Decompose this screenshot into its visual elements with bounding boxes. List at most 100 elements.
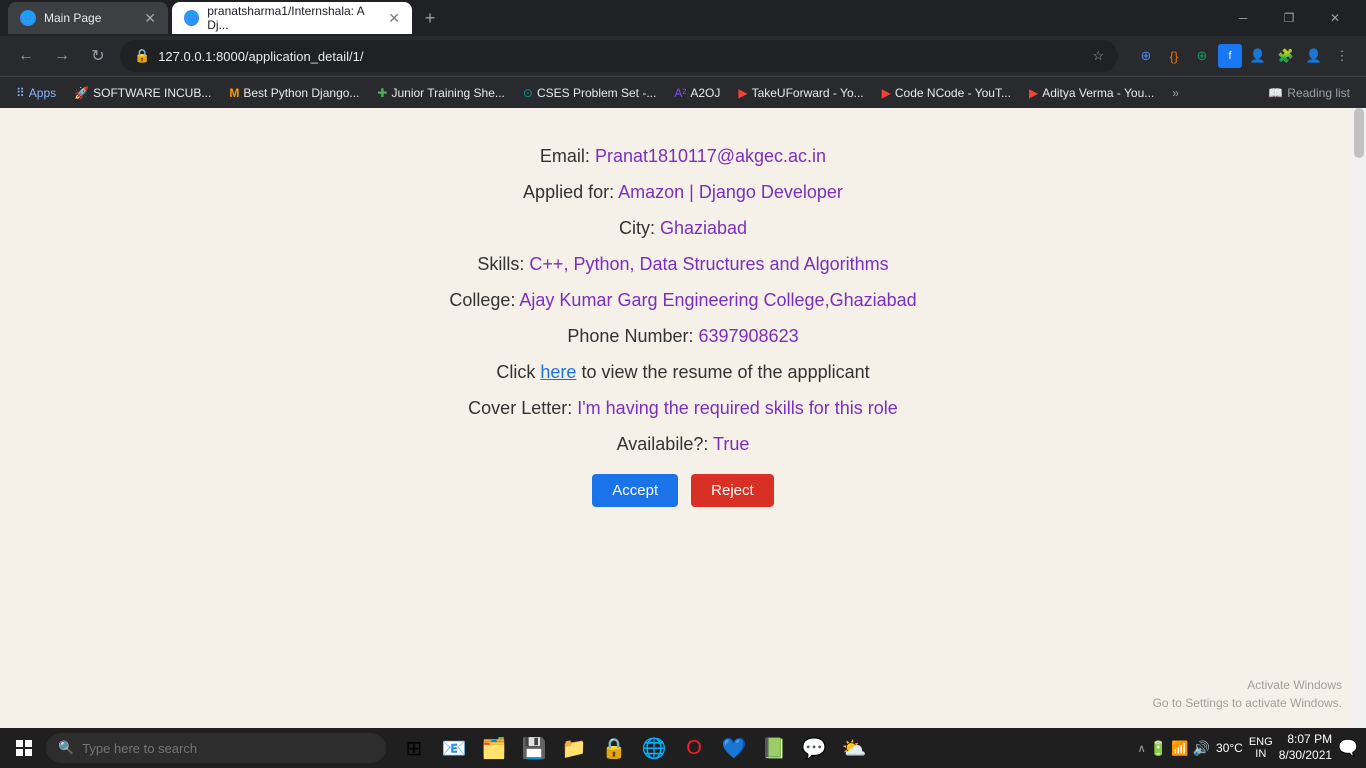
page-content: Email: Pranat1810117@akgec.ac.in Applied… <box>233 138 1133 511</box>
activate-line2: Go to Settings to activate Windows. <box>1153 694 1342 712</box>
scrollbar-thumb[interactable] <box>1354 108 1364 158</box>
email-label: Email: <box>540 146 590 166</box>
phone-line: Phone Number: 6397908623 <box>233 318 1133 354</box>
taskbar-file-explorer[interactable]: 🗂️ <box>476 730 512 766</box>
reading-list-button[interactable]: 📖 Reading list <box>1260 83 1358 103</box>
bookmark-apps[interactable]: ⠿ Apps <box>8 83 64 103</box>
email-line: Email: Pranat1810117@akgec.ac.in <box>233 138 1133 174</box>
college-value: Ajay Kumar Garg Engineering College,Ghaz… <box>519 290 916 310</box>
window-controls: ─ ❐ ✕ <box>1220 0 1358 36</box>
bookmark-software-incub[interactable]: 🚀 SOFTWARE INCUB... <box>66 83 219 103</box>
reading-list-icon: 📖 <box>1268 86 1283 100</box>
taskbar-search[interactable]: 🔍 <box>46 733 386 763</box>
taskbar-mail[interactable]: 📧 <box>436 730 472 766</box>
start-button[interactable] <box>8 732 40 764</box>
available-line: Availabile?: True <box>233 426 1133 462</box>
taskbar-store[interactable]: 💾 <box>516 730 552 766</box>
ext-icon-2[interactable]: {} <box>1162 44 1186 68</box>
url-bar[interactable]: 🔒 127.0.0.1:8000/application_detail/1/ ☆ <box>120 40 1118 72</box>
bookmark-icon-8: ▶ <box>882 86 891 100</box>
back-button[interactable]: ← <box>12 42 40 70</box>
taskbar-opera[interactable]: O <box>676 730 712 766</box>
accept-button[interactable]: Accept <box>592 474 678 507</box>
reject-button[interactable]: Reject <box>691 474 774 507</box>
tab-label-2: pranatsharma1/Internshala: A Dj... <box>207 4 380 32</box>
reload-button[interactable]: ↻ <box>84 42 112 70</box>
bookmark-a2oj[interactable]: A² A2OJ <box>666 83 728 103</box>
close-button[interactable]: ✕ <box>1312 0 1358 36</box>
tab-main-page[interactable]: 🌐 Main Page ✕ <box>8 2 168 34</box>
bookmark-star-icon[interactable]: ☆ <box>1092 48 1104 64</box>
bookmark-label-5: CSES Problem Set -... <box>537 86 656 100</box>
taskbar-right: ∧ 🔋 📶 🔊 30°C ENG IN 8:07 PM 8/30/2021 🗨️ <box>1138 732 1358 763</box>
bookmark-cses[interactable]: ⊙ CSES Problem Set -... <box>515 83 664 103</box>
ext-icon-7[interactable]: 👤 <box>1302 44 1326 68</box>
clock-display[interactable]: 8:07 PM 8/30/2021 <box>1279 732 1332 763</box>
scrollbar-track[interactable] <box>1352 108 1366 728</box>
taskbar: 🔍 ⊞ 📧 🗂️ 💾 📁 🔒 🌐 O 💙 📗 💬 ⛅ ∧ 🔋 📶 🔊 30°C … <box>0 728 1366 768</box>
resume-line: Click here to view the resume of the app… <box>233 354 1133 390</box>
tray-battery-icon[interactable]: 🔋 <box>1150 740 1167 757</box>
available-label: Availabile?: <box>617 434 709 454</box>
taskbar-task-view[interactable]: ⊞ <box>396 730 432 766</box>
phone-label: Phone Number: <box>567 326 693 346</box>
ext-icon-1[interactable]: ⊕ <box>1134 44 1158 68</box>
folder-icon: 📁 <box>562 736 587 761</box>
cover-label: Cover Letter: <box>468 398 572 418</box>
applied-label: Applied for: <box>523 182 614 202</box>
ext-icon-4[interactable]: f <box>1218 44 1242 68</box>
chrome-menu-button[interactable]: ⋮ <box>1330 44 1354 68</box>
mail-icon: 📧 <box>442 736 467 761</box>
applied-for-line: Applied for: Amazon | Django Developer <box>233 174 1133 210</box>
bookmark-codencode[interactable]: ▶ Code NCode - YouT... <box>874 83 1019 103</box>
app10-icon: 📗 <box>762 736 787 761</box>
cover-letter-line: Cover Letter: I'm having the required sk… <box>233 390 1133 426</box>
tab-favicon-2: 🌐 <box>184 10 199 26</box>
weather-icon: ⛅ <box>842 736 867 761</box>
minimize-button[interactable]: ─ <box>1220 0 1266 36</box>
bookmarks-more-button[interactable]: » <box>1166 83 1185 103</box>
tray-arrow-icon[interactable]: ∧ <box>1138 742 1146 755</box>
taskbar-app6[interactable]: 🔒 <box>596 730 632 766</box>
vscode-icon: 💙 <box>722 736 747 761</box>
taskbar-weather[interactable]: ⛅ <box>836 730 872 766</box>
forward-button[interactable]: → <box>48 42 76 70</box>
bookmark-takeforward[interactable]: ▶ TakeUForward - Yo... <box>730 83 871 103</box>
bookmark-icon-3: M <box>229 86 239 100</box>
tray-sound-icon[interactable]: 🔊 <box>1193 740 1210 757</box>
bookmark-label-3: Best Python Django... <box>243 86 359 100</box>
search-input[interactable] <box>82 741 374 756</box>
notification-icon[interactable]: 🗨️ <box>1338 738 1358 758</box>
new-tab-button[interactable]: + <box>416 4 444 32</box>
bookmark-aditya-verma[interactable]: ▶ Aditya Verma - You... <box>1021 83 1162 103</box>
taskbar-chrome[interactable]: 🌐 <box>636 730 672 766</box>
tab-internshala[interactable]: 🌐 pranatsharma1/Internshala: A Dj... ✕ <box>172 2 412 34</box>
ext-icon-3[interactable]: ⊕ <box>1190 44 1214 68</box>
ext-icon-6[interactable]: 🧩 <box>1274 44 1298 68</box>
taskbar-whatsapp[interactable]: 💬 <box>796 730 832 766</box>
resume-link[interactable]: here <box>540 362 576 382</box>
taskbar-explorer2[interactable]: 📁 <box>556 730 592 766</box>
bookmark-icon-4: ✚ <box>377 86 387 100</box>
bookmark-label-9: Aditya Verma - You... <box>1042 86 1154 100</box>
college-line: College: Ajay Kumar Garg Engineering Col… <box>233 282 1133 318</box>
available-value: True <box>713 434 749 454</box>
bookmark-junior-training[interactable]: ✚ Junior Training She... <box>369 83 512 103</box>
apps-grid-icon: ⠿ <box>16 86 25 100</box>
tab-close-1[interactable]: ✕ <box>144 10 156 27</box>
bookmark-python-django[interactable]: M Best Python Django... <box>221 83 367 103</box>
cover-value: I'm having the required skills for this … <box>577 398 898 418</box>
ext-icon-5[interactable]: 👤 <box>1246 44 1270 68</box>
tab-label-1: Main Page <box>44 11 101 25</box>
maximize-button[interactable]: ❐ <box>1266 0 1312 36</box>
taskbar-vscode[interactable]: 💙 <box>716 730 752 766</box>
windows-logo-icon <box>16 740 32 756</box>
taskbar-app10[interactable]: 📗 <box>756 730 792 766</box>
tab-close-2[interactable]: ✕ <box>388 10 400 27</box>
bookmark-icon-2: 🚀 <box>74 86 89 100</box>
taskbar-apps: ⊞ 📧 🗂️ 💾 📁 🔒 🌐 O 💙 📗 💬 ⛅ <box>396 730 872 766</box>
reading-list-label: Reading list <box>1287 86 1350 100</box>
bookmark-label-8: Code NCode - YouT... <box>895 86 1011 100</box>
tray-wifi-icon[interactable]: 📶 <box>1171 740 1188 757</box>
resume-prefix: Click <box>496 362 540 382</box>
